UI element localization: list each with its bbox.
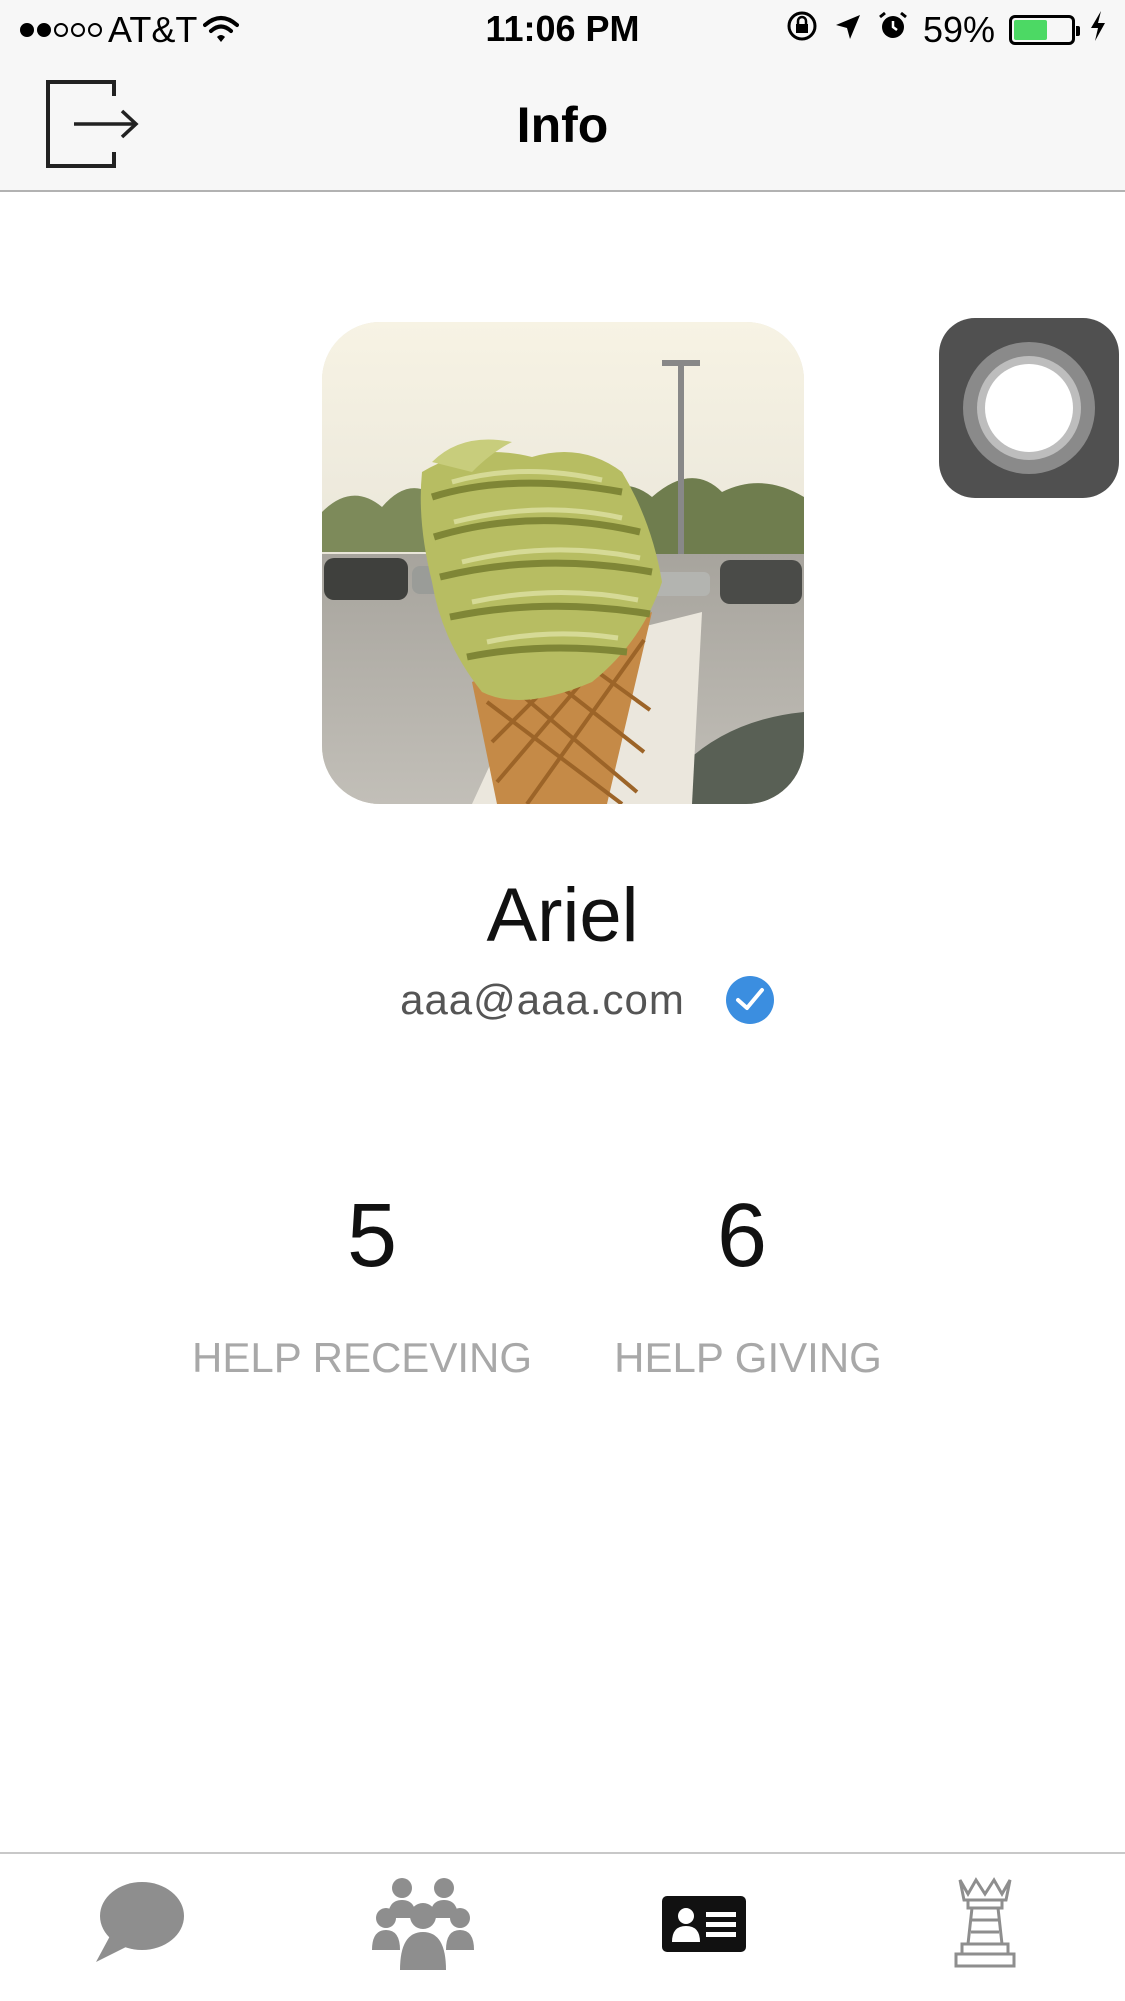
user-email: aaa@aaa.com: [400, 976, 685, 1023]
tab-profile[interactable]: [648, 1874, 758, 1974]
status-bar-right: 59%: [785, 9, 1107, 52]
help-giving-count: 6: [716, 1186, 768, 1286]
chat-bubble-icon: [96, 1882, 184, 1962]
battery-icon: [1009, 15, 1080, 45]
help-giving-label: HELP GIVING: [614, 1334, 882, 1381]
orientation-lock-icon: [785, 9, 819, 52]
charging-bolt-icon: [1089, 9, 1107, 51]
location-arrow-icon: [833, 9, 863, 51]
tab-ranking[interactable]: [930, 1874, 1040, 1974]
help-receiving-count: 5: [346, 1186, 398, 1286]
avatar[interactable]: [322, 322, 804, 804]
tab-messages[interactable]: [86, 1874, 196, 1974]
chess-king-icon: [954, 1877, 1016, 1968]
tab-bar: [0, 1852, 1125, 2001]
ice-cream-photo: [322, 322, 804, 804]
tab-groups[interactable]: [368, 1874, 478, 1974]
id-card-icon: [662, 1896, 746, 1952]
navigation-bar: Info: [0, 60, 1125, 192]
assistive-touch-button[interactable]: [939, 318, 1119, 498]
battery-percent: 59%: [922, 9, 995, 50]
user-name: Ariel: [486, 873, 639, 958]
page-title: Info: [516, 97, 609, 153]
verified-check-icon: [725, 976, 774, 1024]
help-receiving-label: HELP RECEVING: [192, 1334, 532, 1381]
status-bar: AT&T 11:06 PM 59%: [0, 0, 1125, 60]
people-group-icon: [372, 1878, 474, 1970]
battery-level-fill: [1014, 20, 1048, 40]
alarm-clock-icon: [877, 9, 909, 51]
email-row: aaa@aaa.com: [0, 972, 1125, 1028]
